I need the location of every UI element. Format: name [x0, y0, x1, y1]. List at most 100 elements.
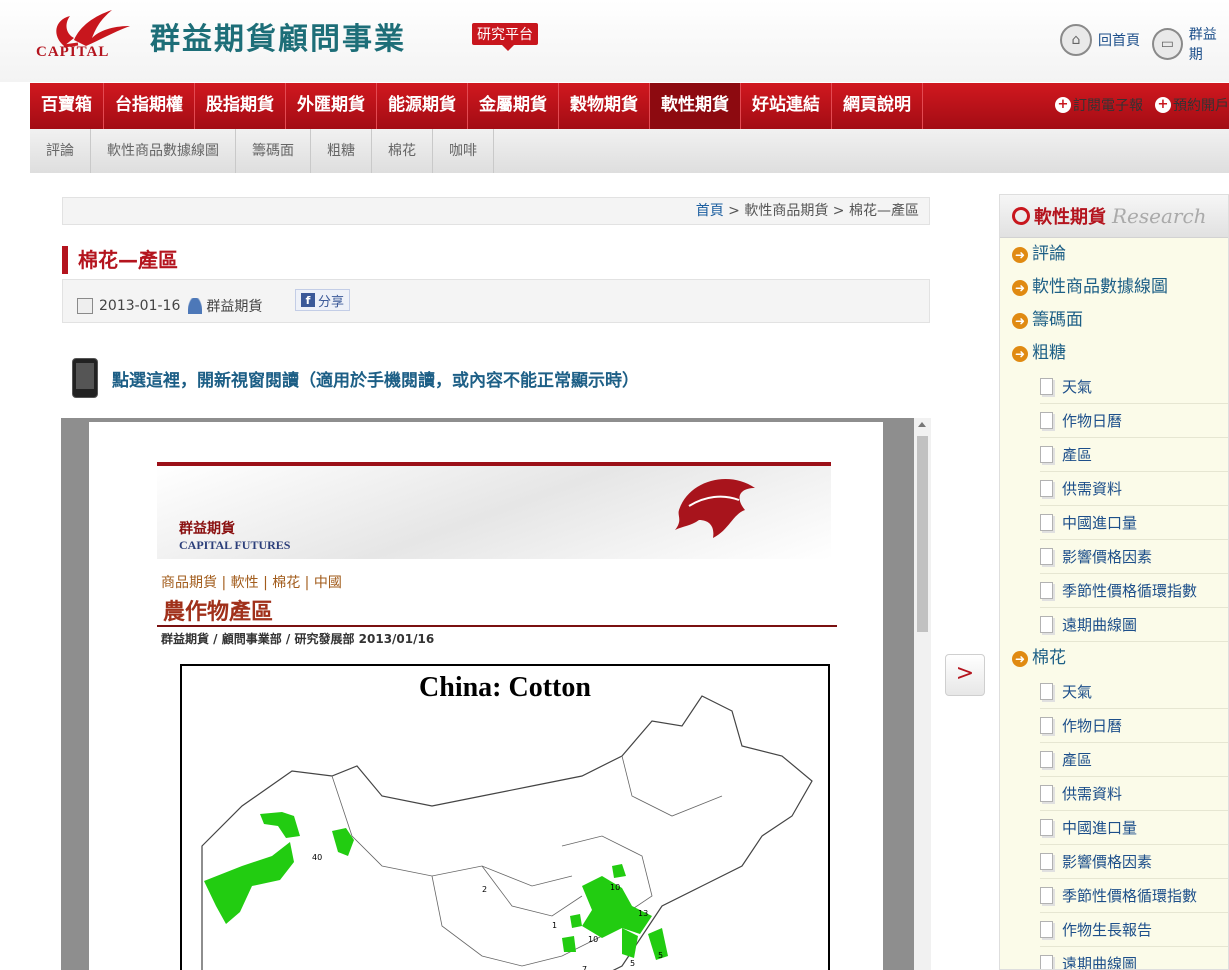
sidebar-item-label: 季節性價格循環指數	[1062, 581, 1198, 600]
sidebar-category[interactable]: ➜ 粗糖	[1000, 337, 1228, 370]
sidebar-item[interactable]: 產區	[1040, 743, 1228, 777]
sidebar-item[interactable]: 作物日曆	[1040, 709, 1228, 743]
document-icon	[1040, 785, 1053, 802]
map-label: 40	[312, 853, 322, 862]
document-icon	[1040, 955, 1053, 969]
sidebar-item[interactable]: 供需資料	[1040, 777, 1228, 811]
nav-item-fx-futures[interactable]: 外匯期貨	[286, 83, 377, 129]
sidebar-item-label: 產區	[1062, 445, 1093, 464]
scroll-thumb[interactable]	[917, 436, 928, 632]
document-categories: 商品期貨 | 軟性 | 棉花 | 中國	[161, 575, 342, 591]
breadcrumb-home[interactable]: 首頁	[696, 203, 724, 219]
viewer-scrollbar[interactable]	[914, 418, 931, 970]
document-icon	[1040, 751, 1053, 768]
sidebar-category[interactable]: ➜ 評論	[1000, 238, 1228, 271]
document-icon	[1040, 853, 1053, 870]
lion-logo	[675, 479, 755, 538]
nav-item-energy-futures[interactable]: 能源期貨	[377, 83, 468, 129]
map-label: 13	[638, 909, 648, 918]
breadcrumb: 首頁 > 軟性商品期貨 > 棉花—產區	[62, 197, 930, 225]
document-viewer[interactable]: 群益期貨 CAPITAL FUTURES 商品期貨 | 軟性 | 棉花 | 中國…	[61, 418, 931, 970]
breadcrumb-sep: >	[828, 203, 849, 219]
research-badge: 研究平台	[472, 23, 538, 51]
mobile-view-link[interactable]: 點選這裡，開新視窗閱讀（適用於手機閱讀，或內容不能正常顯示時）	[72, 358, 639, 398]
breadcrumb-softs[interactable]: 軟性商品期貨	[744, 203, 828, 219]
map-label: 10	[610, 883, 620, 892]
sidebar-item-label: 作物生長報告	[1062, 920, 1153, 939]
sidebar-item-label: 供需資料	[1062, 479, 1123, 498]
sidebar-category[interactable]: ➜ 籌碼面	[1000, 304, 1228, 337]
sidebar-item[interactable]: 季節性價格循環指數	[1040, 879, 1228, 913]
open-account-link[interactable]: + 預約開戶	[1155, 95, 1229, 115]
sidebar-item[interactable]: 遠期曲線圖	[1040, 947, 1228, 970]
sidebar-item-label: 供需資料	[1062, 784, 1123, 803]
nav-item-grain-futures[interactable]: 穀物期貨	[559, 83, 650, 129]
sub-nav: 評論 軟性商品數據線圖 籌碼面 粗糖 棉花 咖啡	[30, 129, 1229, 173]
subscribe-label: 訂閱電子報	[1073, 98, 1143, 114]
monitor-icon: ▭	[1152, 28, 1183, 60]
map-label: 5	[658, 951, 663, 960]
home-icon: ⌂	[1060, 24, 1092, 56]
sidebar-category[interactable]: ➜ 棉花	[1000, 642, 1228, 675]
phone-icon	[72, 358, 98, 398]
home-link[interactable]: ⌂ 回首頁	[1060, 24, 1140, 56]
sidebar-item[interactable]: 天氣	[1040, 370, 1228, 404]
nav-item-toolbox[interactable]: 百寶箱	[30, 83, 104, 129]
nav-item-metal-futures[interactable]: 金屬期貨	[468, 83, 559, 129]
sidebar-item-label: 中國進口量	[1062, 513, 1138, 532]
user-icon	[188, 298, 203, 314]
nav-item-site-guide[interactable]: 網頁說明	[832, 83, 923, 129]
document-dept-line: 群益期貨 / 顧問事業部 / 研究發展部 2013/01/16	[161, 632, 435, 646]
sidebar-item[interactable]: 作物日曆	[1040, 404, 1228, 438]
map-label: 10	[588, 935, 598, 944]
subnav-item-data-charts[interactable]: 軟性商品數據線圖	[91, 129, 236, 173]
sidebar-item[interactable]: 中國進口量	[1040, 506, 1228, 540]
site-title[interactable]: 群益期貨顧問事業	[150, 14, 406, 58]
sidebar-item-label: 產區	[1062, 750, 1093, 769]
nav-item-taiex-options[interactable]: 台指期權	[104, 83, 195, 129]
sidebar-toggle-button[interactable]: >	[945, 654, 985, 696]
subnav-item-coffee[interactable]: 咖啡	[433, 129, 494, 173]
sidebar-item[interactable]: 遠期曲線圖	[1040, 608, 1228, 642]
arrow-bullet-icon: ➜	[1012, 279, 1028, 296]
subnav-item-sugar[interactable]: 粗糖	[311, 129, 372, 173]
document-icon	[1040, 921, 1053, 938]
sidebar-item[interactable]: 季節性價格循環指數	[1040, 574, 1228, 608]
subnav-item-commentary[interactable]: 評論	[30, 129, 91, 173]
site-header: CAPITAL 群益期貨顧問事業 研究平台 ⌂ 回首頁 ▭ 群益期	[0, 0, 1229, 82]
sidebar-category[interactable]: ➜ 軟性商品數據線圖	[1000, 271, 1228, 304]
document-icon	[1040, 480, 1053, 497]
scroll-up-arrow-icon[interactable]	[918, 422, 926, 427]
breadcrumb-current: 棉花—產區	[849, 203, 919, 219]
document-icon	[1040, 717, 1053, 734]
document-icon	[1040, 412, 1053, 429]
sidebar-item-label: 季節性價格循環指數	[1062, 886, 1198, 905]
sidebar-item[interactable]: 產區	[1040, 438, 1228, 472]
plus-icon: +	[1155, 97, 1171, 113]
subscribe-newsletter-link[interactable]: + 訂閱電子報	[1055, 95, 1143, 115]
sidebar-item[interactable]: 影響價格因素	[1040, 845, 1228, 879]
sidebar-item[interactable]: 天氣	[1040, 675, 1228, 709]
document-icon	[1040, 548, 1053, 565]
nav-item-links[interactable]: 好站連結	[741, 83, 832, 129]
china-outline-map: 40 2 10 13 1 10 5 7 5	[201, 695, 813, 970]
sidebar-item-label: 作物日曆	[1062, 716, 1123, 735]
sidebar-item[interactable]: 供需資料	[1040, 472, 1228, 506]
sidebar-item[interactable]: 中國進口量	[1040, 811, 1228, 845]
arrow-bullet-icon: ➜	[1012, 345, 1028, 362]
document-icon	[1040, 887, 1053, 904]
facebook-icon: f	[301, 293, 315, 307]
facebook-share-button[interactable]: f 分享	[295, 289, 351, 311]
document-icon	[1040, 819, 1053, 836]
nav-item-softs-futures[interactable]: 軟性期貨	[650, 83, 741, 129]
capital-futures-link[interactable]: ▭ 群益期	[1152, 24, 1229, 64]
subnav-item-cotton[interactable]: 棉花	[372, 129, 433, 173]
sidebar-item-label: 遠期曲線圖	[1062, 954, 1138, 970]
document-logo-cn: 群益期貨	[179, 522, 235, 537]
nav-item-stock-index-futures[interactable]: 股指期貨	[195, 83, 286, 129]
subnav-item-positions[interactable]: 籌碼面	[236, 129, 311, 173]
map-label: 5	[630, 959, 635, 968]
sidebar-item[interactable]: 影響價格因素	[1040, 540, 1228, 574]
sidebar-item[interactable]: 作物生長報告	[1040, 913, 1228, 947]
document-company-logo: 群益期貨 CAPITAL FUTURES	[179, 518, 290, 553]
